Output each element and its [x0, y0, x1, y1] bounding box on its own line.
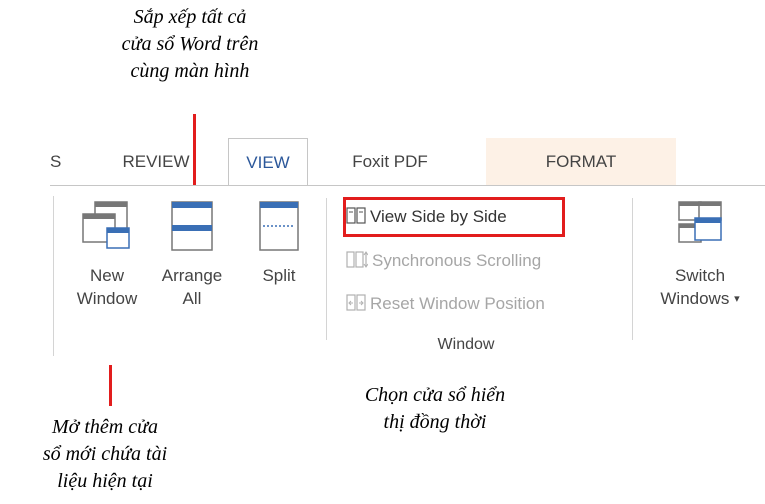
tab-foxit-pdf[interactable]: Foxit PDF	[340, 138, 440, 185]
switch-windows-button[interactable]: Switch Windows ▾	[646, 200, 754, 311]
arrange-all-label-2: All	[182, 289, 202, 308]
new-window-icon	[82, 201, 130, 249]
highlight-box-view-side-by-side	[343, 197, 565, 237]
split-label: Split	[262, 266, 296, 285]
switch-windows-label-1: Switch	[674, 266, 726, 285]
dropdown-caret-icon: ▾	[734, 293, 740, 305]
annotation-new-window: Mở thêm cửa sổ mới chứa tài liệu hiện tạ…	[42, 416, 168, 492]
sync-scroll-icon	[346, 251, 369, 268]
new-window-label-2: Window	[76, 289, 138, 308]
reset-position-icon	[346, 294, 366, 311]
group-label-window: Window	[437, 336, 495, 353]
annotation-view-side-by-side: Chọn cửa sổ hiển thị đồng thời	[364, 384, 506, 433]
tab-review[interactable]: REVIEW	[106, 138, 206, 185]
new-window-button[interactable]: New Window	[62, 200, 152, 310]
group-divider	[326, 198, 327, 340]
reset-window-position-label: Reset Window Position	[370, 294, 545, 313]
ribbon-window-group: New Window Arrange All Split View Side b…	[50, 185, 765, 365]
switch-windows-label-2: Windows ▾	[646, 287, 754, 311]
split-button[interactable]: Split	[248, 200, 310, 287]
tab-view[interactable]: VIEW	[228, 138, 308, 186]
reset-window-position-button[interactable]: Reset Window Position	[346, 289, 545, 319]
synchronous-scrolling-label: Synchronous Scrolling	[372, 251, 542, 270]
group-divider	[632, 198, 633, 340]
new-window-label-1: New	[89, 266, 124, 285]
arrange-all-button[interactable]: Arrange All	[152, 200, 232, 310]
tab-format[interactable]: FORMAT	[486, 138, 676, 185]
synchronous-scrolling-button[interactable]: Synchronous Scrolling	[346, 246, 541, 276]
annotation-arrange-all: Sắp xếp tất cả cửa sổ Word trên cùng màn…	[121, 6, 259, 82]
arrange-all-label-1: Arrange	[161, 266, 223, 285]
arrange-all-icon	[171, 201, 213, 251]
switch-windows-label-text: Windows	[660, 289, 730, 308]
switch-windows-icon	[678, 201, 722, 243]
ribbon-divider	[53, 196, 54, 356]
split-icon	[259, 201, 299, 251]
ribbon-tab-bar: S REVIEW VIEW Foxit PDF FORMAT	[50, 138, 765, 186]
tab-partial[interactable]: S	[50, 138, 76, 185]
